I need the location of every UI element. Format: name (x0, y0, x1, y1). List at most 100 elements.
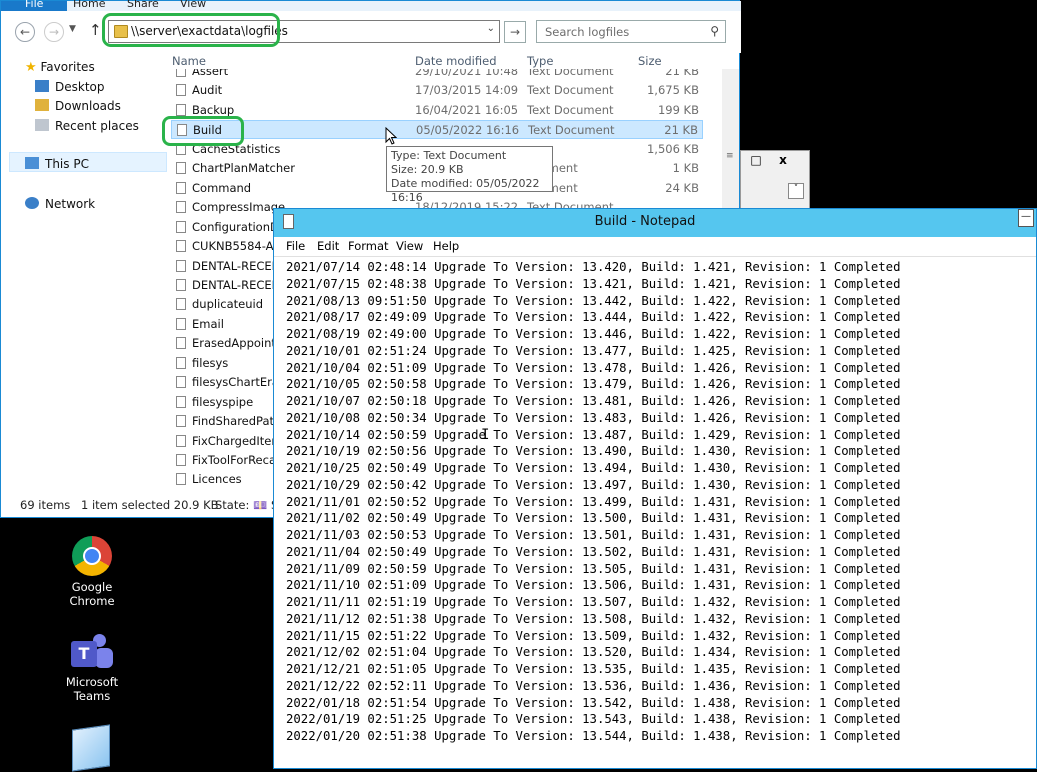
file-type: Text Document (527, 102, 614, 117)
notepad-title: Build - Notepad (594, 214, 696, 229)
file-size: 24 KB (665, 180, 699, 195)
text-document-icon (176, 434, 186, 447)
chrome-label: Google Chrome (69, 580, 115, 608)
file-name: Audit (192, 83, 223, 98)
log-line: 2021/08/13 09:51:50 Upgrade To Version: … (286, 293, 901, 308)
file-name: FindSharedPatie (192, 414, 285, 429)
file-row[interactable]: Backup 16/04/2021 16:05 Text Document 199 K… (171, 101, 703, 120)
address-dropdown-chevron-icon[interactable]: ⌄ (487, 23, 495, 34)
teams-icon: T (71, 631, 113, 671)
column-headers: Name Date modified Type Size (167, 53, 741, 69)
menu-file[interactable]: File (286, 239, 305, 253)
text-cursor-icon: I (481, 427, 490, 443)
log-line: 2021/12/21 02:51:05 Upgrade To Version: … (286, 662, 901, 676)
menu-format[interactable]: Format (348, 239, 389, 253)
ribbon-tab-file[interactable]: File (1, 0, 67, 11)
log-line: 2022/01/18 02:51:54 Upgrade To Version: … (286, 695, 901, 710)
file-type: Text Document (528, 123, 615, 138)
text-document-icon (176, 240, 186, 253)
text-document-icon (176, 298, 186, 311)
file-row[interactable]: Build 05/05/2022 16:16 Text Document 21 KB (171, 120, 703, 140)
file-name: filesyspipe (192, 394, 254, 409)
ribbon-tab-view[interactable]: View (180, 0, 206, 10)
ribbon-tab-home[interactable]: Home (73, 0, 105, 10)
text-document-icon (176, 181, 186, 194)
column-header-date[interactable]: Date modified (415, 54, 497, 68)
build-file-highlight-annotation (162, 116, 244, 146)
file-name: Command (192, 180, 252, 195)
notepad-window: Build - Notepad — File Edit Format View … (273, 208, 1037, 769)
text-document-icon (176, 259, 186, 272)
text-document-icon (176, 201, 186, 214)
file-name: filesys (192, 355, 229, 370)
log-line: 2022/01/19 02:51:25 Upgrade To Version: … (286, 712, 901, 727)
log-line: 2021/10/29 02:50:42 Upgrade To Version: … (286, 477, 901, 492)
desktop-shortcut-teams[interactable]: T Microsoft Teams (57, 631, 127, 703)
forward-arrow-icon[interactable]: → (44, 22, 64, 42)
status-item-count: 69 items (20, 498, 71, 512)
desktop-notepad-icon[interactable] (72, 724, 110, 772)
log-line: 2021/08/17 02:49:09 Upgrade To Version: … (286, 310, 901, 325)
scrollbar-grip-icon[interactable]: ≡ (726, 152, 735, 165)
close-button[interactable]: x (768, 153, 798, 171)
file-name: Licences (192, 472, 242, 487)
log-line: 2021/10/04 02:51:09 Upgrade To Version: … (286, 360, 901, 375)
log-line: 2021/12/02 02:51:04 Upgrade To Version: … (286, 645, 901, 660)
tooltip-date: Date modified: 05/05/2022 16:16 (391, 177, 540, 204)
log-line: 2021/07/14 02:48:14 Upgrade To Version: … (286, 260, 901, 274)
log-line: 2021/10/19 02:50:56 Upgrade To Version: … (286, 444, 901, 459)
tooltip-size: Size: 20.9 KB (391, 163, 464, 176)
column-header-size[interactable]: Size (638, 54, 662, 68)
notepad-menu-bar: File Edit Format View Help (274, 237, 1036, 257)
column-header-name[interactable]: Name (172, 54, 206, 68)
search-icon[interactable]: ⚲ (710, 24, 719, 38)
text-document-icon (176, 84, 186, 97)
text-document-icon (176, 103, 186, 116)
log-line: 2021/11/11 02:51:19 Upgrade To Version: … (286, 595, 901, 609)
ribbon-tab-share[interactable]: Share (127, 0, 159, 10)
menu-view[interactable]: View (396, 239, 423, 253)
log-line: 2021/11/02 02:50:49 Upgrade To Version: … (286, 511, 901, 526)
log-line: 2021/10/05 02:50:58 Upgrade To Version: … (286, 377, 901, 392)
menu-edit[interactable]: Edit (317, 239, 339, 253)
notepad-title-bar[interactable]: Build - Notepad — (274, 209, 1036, 237)
log-line: 2021/12/22 02:52:11 Upgrade To Version: … (286, 678, 901, 693)
log-line: 2021/11/15 02:51:22 Upgrade To Version: … (286, 628, 901, 643)
recent-locations-chevron-icon[interactable]: ▼ (69, 24, 76, 34)
log-line: 2021/11/01 02:50:52 Upgrade To Version: … (286, 494, 901, 509)
back-arrow-icon[interactable]: ← (15, 22, 35, 42)
status-selection: 1 item selected 20.9 KB (81, 498, 219, 512)
column-header-type[interactable]: Type (527, 54, 553, 68)
dropdown-button[interactable]: ˅ (788, 183, 804, 199)
tooltip-type: Type: Text Document (391, 149, 507, 162)
text-document-icon (176, 473, 186, 486)
notepad-text-area[interactable]: 2021/07/14 02:48:14 Upgrade To Version: … (286, 259, 1026, 745)
minimize-button[interactable]: — (1018, 209, 1034, 227)
refresh-arrow-icon[interactable]: → (504, 21, 526, 43)
search-placeholder: Search logfiles (545, 25, 630, 39)
file-name: CompressImage (192, 200, 286, 215)
file-name: Email (192, 316, 224, 331)
log-line: 2022/01/20 02:51:38 Upgrade To Version: … (286, 729, 901, 743)
text-document-icon (176, 278, 186, 291)
file-date: 05/05/2022 16:16 (416, 123, 520, 138)
log-line: 2021/07/15 02:48:38 Upgrade To Version: … (286, 276, 901, 291)
log-line: 2021/11/09 02:50:59 Upgrade To Version: … (286, 561, 901, 576)
desktop-shortcut-chrome[interactable]: Google Chrome (57, 536, 127, 608)
file-size: 21 KB (664, 123, 698, 138)
search-box[interactable]: Search logfiles ⚲ (536, 20, 726, 43)
file-name: ChartPlanMatcher (192, 161, 295, 176)
maximize-button[interactable]: □ (741, 153, 771, 171)
text-document-icon (176, 395, 186, 408)
file-size: 1,675 KB (646, 83, 699, 98)
file-name: FixChargedItem (192, 433, 283, 448)
text-document-icon (176, 337, 186, 350)
file-name: Backup (192, 102, 235, 117)
menu-help[interactable]: Help (433, 239, 459, 253)
up-arrow-icon[interactable]: ↑ (89, 21, 102, 39)
file-date: 16/04/2021 16:05 (415, 102, 519, 117)
address-highlight-annotation (102, 13, 280, 47)
log-line: 2021/08/19 02:49:00 Upgrade To Version: … (286, 327, 901, 341)
file-row[interactable]: Audit 17/03/2015 14:09 Text Document 1,675 … (171, 81, 703, 100)
file-tooltip: Type: Text Document Size: 20.9 KB Date m… (386, 146, 553, 204)
